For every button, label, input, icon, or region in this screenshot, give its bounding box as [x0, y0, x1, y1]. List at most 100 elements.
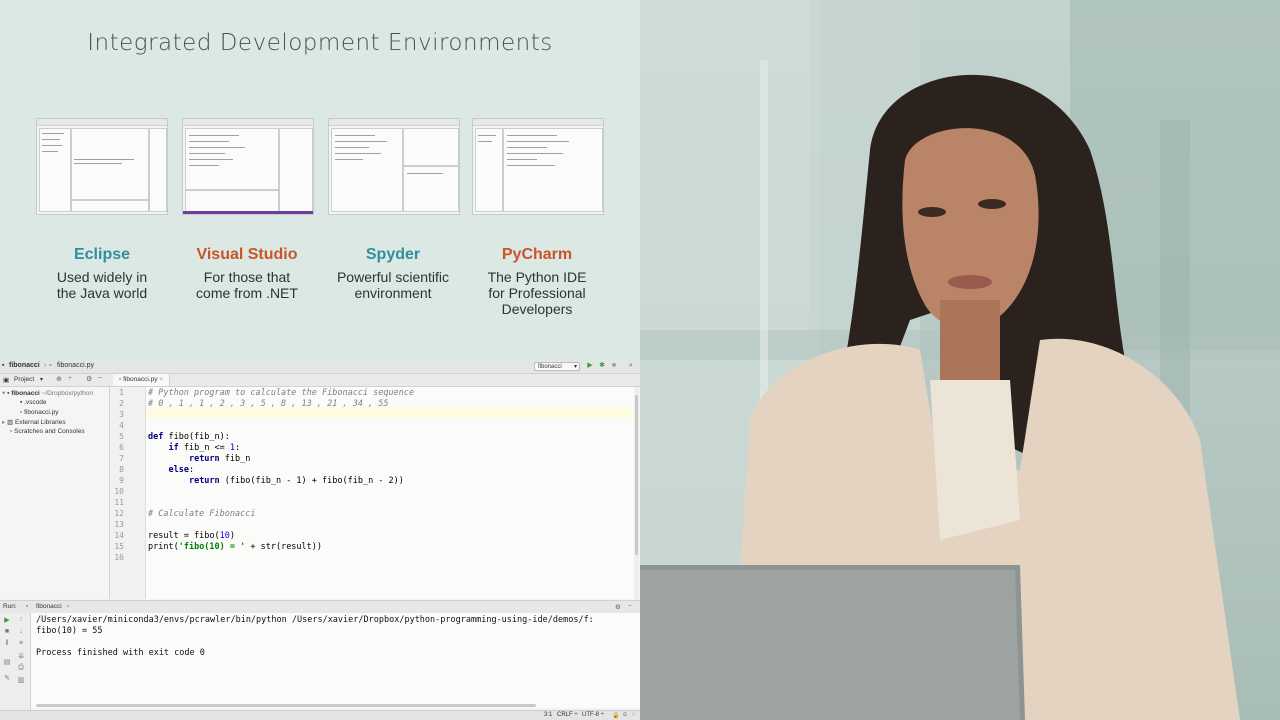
run-icon[interactable]: ▶ [586, 362, 594, 370]
tree-scratches-label: Scratches and Consoles [14, 428, 85, 435]
keyword: return [188, 454, 220, 464]
keyword: def [148, 432, 164, 442]
layout-icon[interactable]: ▤ [2, 658, 12, 666]
line-number: 15 [114, 542, 124, 551]
ide-name-pycharm: PyCharm [501, 246, 573, 263]
run-console[interactable]: /Users/xavier/miniconda3/envs/pcrawler/b… [31, 613, 640, 708]
ide-name-spyder: Spyder [365, 246, 421, 263]
keyword: return [188, 476, 220, 486]
slide-panel: Integrated Development Environments Ecli… [0, 0, 640, 360]
line-number: 9 [119, 476, 124, 485]
gear-icon[interactable]: ⚙ [615, 603, 621, 611]
run-tab[interactable]: fibonacci [36, 603, 62, 610]
python-file-icon: ▫ [49, 362, 52, 369]
pycharm-window: ▪ fibonacci › ▫ fibonacci.py fibonacci ▾… [0, 360, 640, 720]
pycharm-screenshot [472, 118, 604, 215]
breadcrumb-file[interactable]: fibonacci.py [57, 362, 94, 369]
arrow-up-icon[interactable]: ↑ [16, 616, 26, 623]
code-line: return fib_n [148, 454, 250, 464]
trash-icon[interactable]: ▥ [16, 676, 26, 684]
editor-scrollbar[interactable] [634, 387, 639, 599]
close-icon[interactable]: × [157, 376, 163, 383]
code-line: print('fibo(10) = ' + str(result)) [148, 542, 322, 552]
run-panel-label: Run: [3, 603, 17, 610]
stop-icon[interactable]: ■ [610, 362, 618, 370]
line-number: 7 [119, 454, 124, 463]
print-icon[interactable]: ⎙ [16, 664, 26, 672]
pin-icon[interactable]: ✎ [2, 674, 12, 682]
close-icon[interactable]: × [66, 603, 70, 610]
ide-desc-visual-studio: For those that come from .NET [172, 269, 322, 301]
search-icon[interactable]: ⌕ [627, 362, 635, 370]
tab-label: fibonacci.py [123, 376, 158, 383]
line-number: 16 [114, 553, 124, 562]
code-text: ) [229, 531, 236, 541]
tree-item-vscode[interactable]: ▪ .vscode [20, 399, 47, 406]
tree-item-external-libraries[interactable]: ▸ ▥ External Libraries [2, 418, 66, 426]
tree-item-scratches[interactable]: ▫ Scratches and Consoles [10, 428, 85, 435]
event-log-icon[interactable]: ◌ [632, 712, 636, 718]
tab-fibonacci-py[interactable]: ▫ fibonacci.py × [113, 374, 171, 386]
file-encoding[interactable]: UTF-8 ÷ [582, 712, 604, 718]
tree-item-file[interactable]: ▫ fibonacci.py [20, 409, 58, 416]
library-icon: ▥ [7, 419, 16, 426]
python-file-icon: ▫ [26, 603, 29, 610]
target-icon[interactable]: ⊕ [56, 375, 62, 383]
collapse-icon[interactable]: ÷ [68, 375, 72, 382]
line-number: 10 [114, 487, 124, 496]
tree-root-path: ~/Dropbox/python [41, 390, 94, 397]
desc-line: Powerful scientific [336, 269, 450, 285]
line-number: 1 [119, 388, 124, 397]
scrollbar-thumb[interactable] [635, 395, 638, 555]
line-separator[interactable]: CRLF ÷ [557, 712, 578, 718]
console-scrollbar[interactable] [36, 704, 536, 707]
line-number: 6 [119, 443, 124, 452]
console-output: fibo(10) = 55 [36, 626, 103, 636]
folder-icon: ▪ [2, 362, 5, 369]
project-icon: ▣ [3, 377, 10, 384]
console-command: /Users/xavier/miniconda3/envs/pcrawler/b… [36, 615, 594, 625]
ide-name-visual-studio: Visual Studio [196, 246, 298, 263]
tree-vscode-label: .vscode [24, 399, 47, 406]
eclipse-screenshot [36, 118, 168, 215]
gear-icon[interactable]: ⚙ [86, 375, 92, 383]
woman-with-laptop-illustration [640, 0, 1280, 720]
code-text: print( [148, 542, 179, 552]
code-line: result = fibo(10) [148, 531, 235, 541]
hide-icon[interactable]: − [628, 603, 632, 610]
line-number: 3 [119, 410, 124, 419]
hide-icon[interactable]: − [98, 375, 102, 382]
arrow-down-icon[interactable]: ↓ [16, 628, 26, 635]
desc-line: for Professional [488, 285, 586, 301]
desc-line: For those that [203, 269, 291, 285]
pause-icon[interactable]: ‖ [2, 640, 12, 647]
tree-root-label: fibonacci [11, 390, 40, 397]
breadcrumb-project[interactable]: fibonacci [9, 362, 40, 369]
wrap-icon[interactable]: ≡ [16, 640, 26, 647]
code-editor[interactable]: # Python program to calculate the Fibona… [146, 387, 634, 599]
code-text: fibo(fib_n): [163, 432, 230, 442]
scroll-end-icon[interactable]: ⇊ [16, 652, 26, 660]
line-number: 2 [119, 399, 124, 408]
code-line: # Calculate Fibonacci [148, 509, 256, 519]
ide-desc-eclipse: Used widely in the Java world [27, 269, 177, 301]
spyder-screenshot [328, 118, 460, 215]
inspector-icon[interactable]: ☺ [622, 712, 628, 718]
line-number: 13 [114, 520, 124, 529]
desc-line: Developers [501, 301, 573, 317]
stop-icon[interactable]: ■ [2, 628, 12, 635]
cursor-position[interactable]: 3:1 [544, 712, 552, 718]
line-number: 14 [114, 531, 124, 540]
line-number: 12 [114, 509, 124, 518]
tree-item-root[interactable]: ▾ ▪ fibonacci ~/Dropbox/python [2, 389, 93, 397]
run-config-select[interactable]: fibonacci ▾ [534, 362, 580, 371]
code-line: if fib_n <= 1: [148, 443, 240, 453]
code-line: # 0 , 1 , 1 , 2 , 3 , 5 , 8 , 13 , 21 , … [148, 399, 389, 409]
debug-icon[interactable]: ✱ [598, 362, 606, 370]
presenter-photo [640, 0, 1280, 720]
project-view-label[interactable]: Project [14, 376, 34, 383]
lock-icon[interactable]: 🔒 [612, 712, 619, 719]
run-toolbar: ▶ ↑ ■ ↓ ‖ ≡ ⇊ ▤ ⎙ ✎ ▥ [0, 613, 31, 710]
ide-desc-spyder: Powerful scientific environment [318, 269, 468, 301]
rerun-icon[interactable]: ▶ [2, 616, 12, 624]
